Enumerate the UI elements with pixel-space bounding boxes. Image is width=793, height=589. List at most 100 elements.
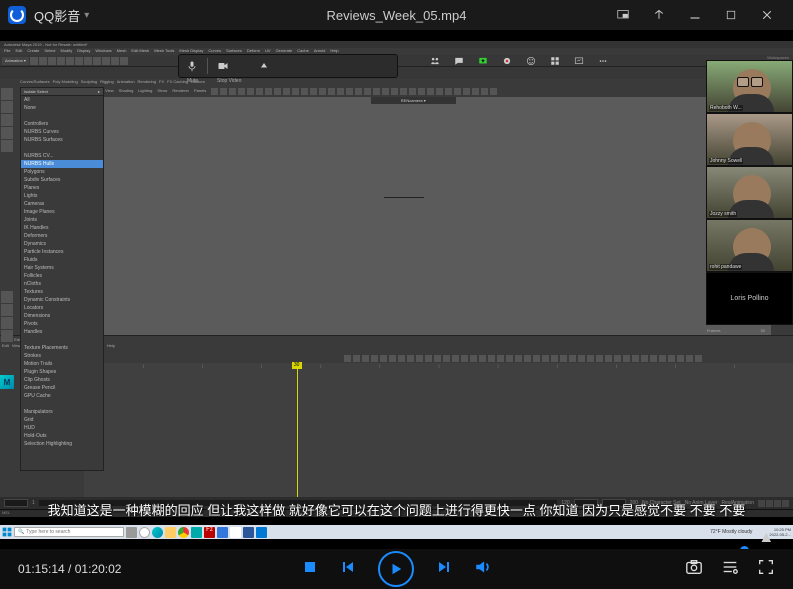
- show-isolate-menu[interactable]: Isolate Select▸ AllNone ControllersNURBS…: [20, 87, 104, 471]
- layout-icon[interactable]: [1, 330, 13, 342]
- shelf-tab[interactable]: FX: [159, 79, 164, 87]
- chat-icon[interactable]: [454, 56, 464, 66]
- viewport-icon[interactable]: [292, 88, 299, 95]
- mic-icon[interactable]: [185, 59, 199, 73]
- graph-toolbar-icon[interactable]: [560, 355, 567, 362]
- maximize-button[interactable]: [713, 0, 749, 30]
- viewport-icon[interactable]: [481, 88, 488, 95]
- graph-toolbar-icon[interactable]: [488, 355, 495, 362]
- lasso-tool-icon[interactable]: [1, 101, 13, 113]
- prev-button[interactable]: [340, 559, 356, 580]
- rotate-tool-icon[interactable]: [1, 127, 13, 139]
- layout-icon[interactable]: [1, 304, 13, 316]
- shelf-icon[interactable]: [39, 57, 47, 65]
- iso-menu-item[interactable]: NURBS Surfaces: [21, 136, 103, 144]
- menu-item[interactable]: Edit: [15, 48, 22, 55]
- viewport-icon[interactable]: [265, 88, 272, 95]
- graph-toolbar-icon[interactable]: [497, 355, 504, 362]
- iso-menu-item[interactable]: GPU Cache: [21, 392, 103, 400]
- layout-icon[interactable]: [1, 291, 13, 303]
- iso-menu-item[interactable]: IK Handles: [21, 224, 103, 232]
- menu-item[interactable]: Mesh: [117, 48, 127, 55]
- graph-toolbar-icon[interactable]: [407, 355, 414, 362]
- filezilla-icon[interactable]: Fz: [204, 527, 215, 538]
- shelf-icon[interactable]: [93, 57, 101, 65]
- up-arrow-icon[interactable]: [257, 59, 271, 73]
- shelf-icon[interactable]: [66, 57, 74, 65]
- iso-menu-item[interactable]: Hair Systems: [21, 264, 103, 272]
- viewport-icon[interactable]: [373, 88, 380, 95]
- webcam-tile[interactable]: Jozzy smith: [706, 166, 793, 219]
- iso-menu-item[interactable]: Grid: [21, 416, 103, 424]
- iso-menu-item[interactable]: Follicles: [21, 272, 103, 280]
- viewport-icon[interactable]: [346, 88, 353, 95]
- iso-menu-item[interactable]: Locators: [21, 304, 103, 312]
- chrome-icon[interactable]: [178, 527, 189, 538]
- menu-item[interactable]: Modify: [61, 48, 73, 55]
- menu-item[interactable]: Windows: [95, 48, 111, 55]
- iso-menu-item[interactable]: NURBS CV...: [21, 152, 103, 160]
- viewport-menu-item[interactable]: Panels: [194, 88, 206, 96]
- fullscreen-button[interactable]: [757, 558, 775, 581]
- shelf-tab[interactable]: Animation: [117, 79, 135, 87]
- reactions-icon[interactable]: [526, 56, 536, 66]
- shelf-icon[interactable]: [75, 57, 83, 65]
- close-button[interactable]: [749, 0, 785, 30]
- menu-item[interactable]: File: [4, 48, 10, 55]
- start-button[interactable]: [2, 527, 12, 537]
- stop-button[interactable]: [302, 559, 318, 580]
- graph-toolbar-icon[interactable]: [353, 355, 360, 362]
- graph-toolbar-icon[interactable]: [533, 355, 540, 362]
- iso-menu-item[interactable]: nCloths: [21, 280, 103, 288]
- iso-menu-item[interactable]: Cameras: [21, 200, 103, 208]
- graph-toolbar-icon[interactable]: [668, 355, 675, 362]
- iso-menu-item[interactable]: Planes: [21, 184, 103, 192]
- iso-menu-item[interactable]: Motion Trails: [21, 360, 103, 368]
- viewport-icon[interactable]: [472, 88, 479, 95]
- iso-menu-item[interactable]: Textures: [21, 288, 103, 296]
- edge-icon[interactable]: [152, 527, 163, 538]
- graph-toolbar-icon[interactable]: [515, 355, 522, 362]
- next-button[interactable]: [436, 559, 452, 580]
- viewport-icon[interactable]: [490, 88, 497, 95]
- graph-toolbar-icon[interactable]: [506, 355, 513, 362]
- play-button[interactable]: [378, 551, 414, 587]
- viewport-icon[interactable]: [355, 88, 362, 95]
- graph-toolbar-icon[interactable]: [632, 355, 639, 362]
- move-tool-icon[interactable]: [1, 114, 13, 126]
- iso-menu-item[interactable]: Plugin Shapes: [21, 368, 103, 376]
- graph-toolbar-icon[interactable]: [461, 355, 468, 362]
- pip-button[interactable]: [605, 0, 641, 30]
- playlist-button[interactable]: [721, 558, 739, 581]
- shelf-tab[interactable]: Sculpting: [81, 79, 97, 87]
- iso-menu-item[interactable]: Polygons: [21, 168, 103, 176]
- viewport-icon[interactable]: [247, 88, 254, 95]
- viewport-menu-item[interactable]: Shading: [119, 88, 134, 96]
- ontop-button[interactable]: [641, 0, 677, 30]
- graph-toolbar-icon[interactable]: [443, 355, 450, 362]
- iso-menu-item[interactable]: [21, 336, 103, 344]
- camera-icon[interactable]: [216, 59, 230, 73]
- iso-menu-item[interactable]: Fluids: [21, 256, 103, 264]
- maya-taskbar-icon[interactable]: [191, 527, 202, 538]
- whiteboard-icon[interactable]: [574, 56, 584, 66]
- shelf-tab[interactable]: Curves/Surfaces: [20, 79, 50, 87]
- tray-icon[interactable]: ▲: [758, 529, 764, 535]
- share-screen-icon[interactable]: [478, 56, 488, 66]
- scale-tool-icon[interactable]: [1, 140, 13, 152]
- graph-toolbar-icon[interactable]: [452, 355, 459, 362]
- menu-item[interactable]: Select: [44, 48, 55, 55]
- shelf-icon[interactable]: [30, 57, 38, 65]
- shelf-icon[interactable]: [57, 57, 65, 65]
- graph-toolbar-icon[interactable]: [479, 355, 486, 362]
- graph-toolbar-icon[interactable]: [551, 355, 558, 362]
- viewport-icon[interactable]: [454, 88, 461, 95]
- graph-toolbar-icon[interactable]: [605, 355, 612, 362]
- minimize-button[interactable]: [677, 0, 713, 30]
- iso-menu-item[interactable]: [21, 400, 103, 408]
- menu-item[interactable]: Edit Mesh: [131, 48, 149, 55]
- graph-menu-item[interactable]: Help: [107, 343, 115, 348]
- shelf-tab[interactable]: FX Caching: [167, 79, 188, 87]
- graph-toolbar-icon[interactable]: [641, 355, 648, 362]
- iso-menu-item[interactable]: Image Planes: [21, 208, 103, 216]
